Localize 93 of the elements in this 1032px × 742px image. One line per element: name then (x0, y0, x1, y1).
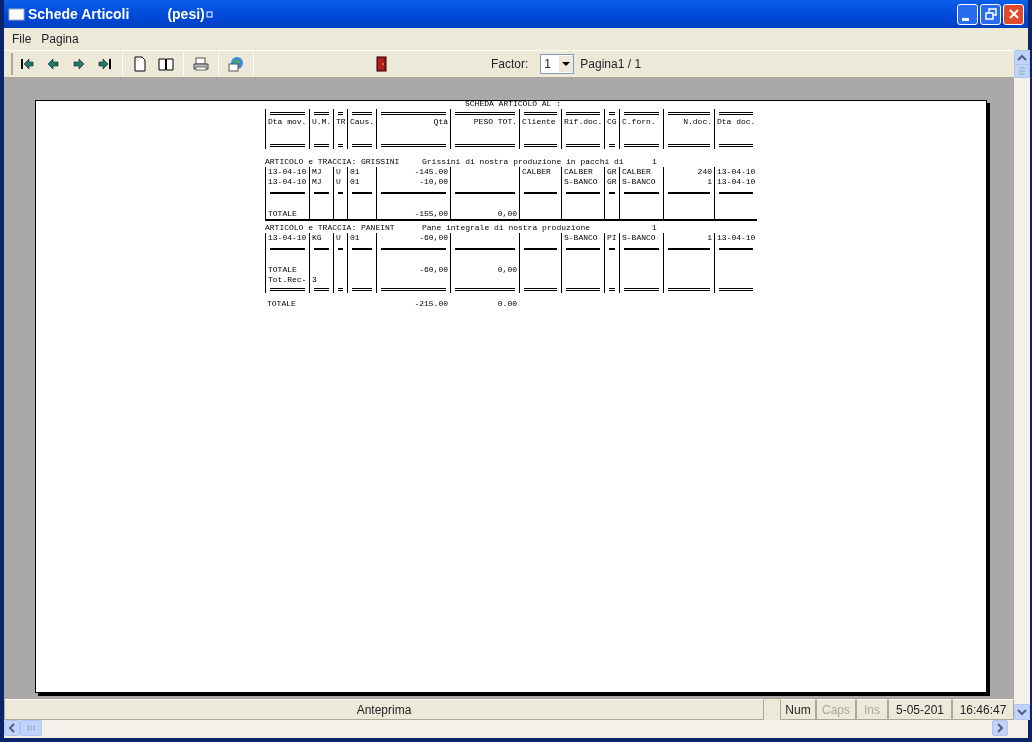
table-cell: U (333, 177, 347, 187)
next-page-icon (71, 56, 87, 72)
grand-total-cell-text: 0.00 (496, 299, 518, 309)
table-cell: MJ (309, 167, 333, 177)
menu-item[interactable]: Pagina (37, 30, 83, 48)
group-count: 1 (652, 223, 657, 233)
total-cell: TOTALE (265, 265, 309, 275)
table-cell: CALBER (561, 167, 604, 177)
column-header: U.M. (309, 117, 333, 141)
window-subtitle: (pesi) (167, 4, 205, 24)
column-header: Rif.doc. (561, 117, 604, 141)
close-icon (1007, 8, 1020, 20)
table-cell: 13-04-10 (265, 177, 309, 187)
table-cell: GR (604, 177, 619, 187)
group-description: Pane integrale di nostra produzione (422, 223, 592, 233)
column-header: Qtà (376, 117, 450, 141)
total-cell: 0,00 (450, 209, 519, 219)
table-cell: 13-04-10 (714, 177, 757, 187)
table-cell: GR (604, 167, 619, 177)
minimize-button[interactable] (957, 3, 978, 25)
close-button[interactable] (1003, 3, 1024, 25)
factor-label: Factor: (491, 56, 529, 73)
table-cell: -145.00 (376, 167, 450, 177)
column-header: Cliente (519, 117, 561, 141)
table-cell: 240 (663, 167, 714, 177)
table-cell: U (333, 233, 347, 243)
table-cell: 01 (347, 177, 376, 187)
export-icon (228, 56, 244, 72)
column-header: Dta doc. (714, 117, 757, 141)
table-cell: 13-04-10 (714, 233, 757, 243)
table-cell: 13-04-10 (265, 167, 309, 177)
table-cell: 1 (663, 177, 714, 187)
status-panel: Num (780, 699, 816, 720)
record-count: 3 (309, 275, 333, 285)
window-icon (8, 6, 25, 22)
table-cell: PI (604, 233, 619, 243)
column-header: PESO TOT. (450, 117, 519, 141)
status-panel: 16:46:47 (952, 699, 1014, 720)
total-cell: -155,00 (376, 209, 450, 219)
group-description: Grissini di nostra produzione in pacchi di (422, 157, 625, 167)
first-page-icon (19, 56, 35, 72)
single-page-icon (132, 56, 148, 72)
horizontal-scrollbar[interactable] (4, 720, 1028, 738)
page-indicator: Pagina1 / 1 (580, 56, 642, 73)
total-cell: 0,00 (450, 265, 519, 275)
table-cell: 1 (663, 233, 714, 243)
vertical-scrollbar[interactable] (1014, 50, 1030, 720)
report-title: SCHEDA ARTICOLO AL : (464, 101, 562, 109)
print-icon (193, 56, 209, 72)
table-cell: -10,00 (376, 177, 450, 187)
table-cell: 01 (347, 233, 376, 243)
column-header: N.doc. (663, 117, 714, 141)
table-cell: -60,00 (376, 233, 450, 243)
last-page-icon (97, 56, 113, 72)
column-header: Caus. (347, 117, 376, 141)
restore-icon (984, 8, 997, 20)
status-panel: Anteprima (4, 699, 764, 720)
table-cell: S-BANCO (561, 177, 604, 187)
column-header: C.forn. (619, 117, 663, 141)
grand-total-cell-text: TOTALE (266, 299, 297, 309)
table-cell: 01 (347, 167, 376, 177)
table-cell: S-BANCO (619, 177, 663, 187)
table-cell: 13-04-10 (714, 167, 757, 177)
table-cell: MJ (309, 177, 333, 187)
table-cell: 13-04-10 (265, 233, 309, 243)
window-title: Schede Articoli (28, 4, 130, 24)
column-header: CG (604, 117, 619, 141)
minimize-icon (962, 17, 969, 21)
table-cell: S-BANCO (619, 233, 663, 243)
exit-icon (373, 56, 389, 72)
table-cell: U (333, 167, 347, 177)
previous-page-icon (45, 56, 61, 72)
grand-total-cell-text: -215.00 (413, 299, 449, 309)
group-count: 1 (652, 157, 657, 167)
status-panel: 5-05-201 (888, 699, 952, 720)
table-cell: KG (309, 233, 333, 243)
factor-dropdown[interactable]: 1 (540, 54, 575, 74)
table-cell: CALBER (619, 167, 663, 177)
total-cell: -60,00 (376, 265, 450, 275)
toolbar-grip (10, 53, 14, 75)
status-panel: Caps (816, 699, 856, 720)
table-cell: CALBER (519, 167, 561, 177)
group-heading: ARTICOLO e TRACCIA: GRISSINI (265, 157, 401, 167)
total-cell: TOTALE (265, 209, 309, 219)
column-header: TR (333, 117, 347, 141)
group-heading: ARTICOLO e TRACCIA: PANEINT (265, 223, 396, 233)
record-count: Tot.Rec- (265, 275, 309, 285)
two-page-icon (158, 56, 174, 72)
status-panel: Ins (856, 699, 888, 720)
column-header: Dta mov. (265, 117, 309, 141)
restore-button[interactable] (980, 3, 1001, 25)
table-cell: S-BANCO (561, 233, 604, 243)
menu-item[interactable]: File (8, 30, 36, 48)
